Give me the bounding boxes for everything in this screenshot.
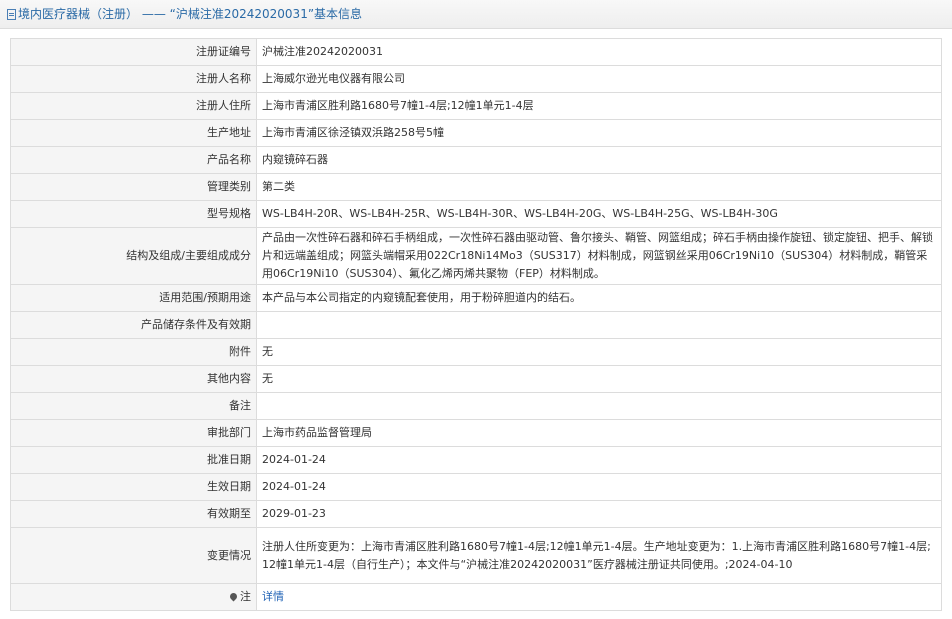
row-change-history: 变更情况 注册人住所变更为：上海市青浦区胜利路1680号7幢1-4层;12幢1单元… <box>10 527 942 584</box>
details-link[interactable]: 详情 <box>262 590 284 603</box>
row-value: 注册人住所变更为：上海市青浦区胜利路1680号7幢1-4层;12幢1单元1-4层… <box>256 527 942 584</box>
row-value: 无 <box>256 338 942 366</box>
row-label: 产品名称 <box>10 146 257 174</box>
row-label: 变更情况 <box>10 527 257 584</box>
row-label: 管理类别 <box>10 173 257 201</box>
row-label: 产品储存条件及有效期 <box>10 311 257 339</box>
row-storage-validity: 产品储存条件及有效期 <box>10 311 942 339</box>
row-value: 第二类 <box>256 173 942 201</box>
row-approval-date: 批准日期 2024-01-24 <box>10 446 942 474</box>
row-value: 2024-01-24 <box>256 473 942 501</box>
row-label: 注册人住所 <box>10 92 257 120</box>
row-accessories: 附件无 <box>10 338 942 366</box>
note-value-cell: 详情 <box>256 583 942 611</box>
row-effective-date: 生效日期 2024-01-24 <box>10 473 942 501</box>
row-production-address: 生产地址 上海市青浦区徐泾镇双浜路258号5幢 <box>10 119 942 147</box>
row-label: 附件 <box>10 338 257 366</box>
row-value: 产品由一次性碎石器和碎石手柄组成，一次性碎石器由驱动管、鲁尔接头、鞘管、网篮组成… <box>256 227 942 285</box>
row-remarks: 备注 <box>10 392 942 420</box>
row-management-category: 管理类别 第二类 <box>10 173 942 201</box>
page-header: 境内医疗器械（注册） —— “沪械注准20242020031”基本信息 <box>0 0 952 29</box>
registration-info-table: 注册证编号 沪械注准20242020031 注册人名称 上海威尔逊光电仪器有限公司 … <box>10 38 942 611</box>
row-model-spec: 型号规格 WS-LB4H-20R、WS-LB4H-25R、WS-LB4H-30R、… <box>10 200 942 228</box>
row-label: 注册人名称 <box>10 65 257 93</box>
row-label: 生产地址 <box>10 119 257 147</box>
row-intended-use: 适用范围/预期用途 本产品与本公司指定的内窥镜配套使用，用于粉碎胆道内的结石。 <box>10 284 942 312</box>
row-value: 2024-01-24 <box>256 446 942 474</box>
row-value <box>256 311 942 339</box>
pin-icon <box>228 591 239 602</box>
row-value <box>256 392 942 420</box>
row-value: 上海市青浦区胜利路1680号7幢1-4层;12幢1单元1-4层 <box>256 92 942 120</box>
row-approval-department: 审批部门 上海市药品监督管理局 <box>10 419 942 447</box>
row-structure-composition: 结构及组成/主要组成成分 产品由一次性碎石器和碎石手柄组成，一次性碎石器由驱动管、… <box>10 227 942 285</box>
page-title: 境内医疗器械（注册） —— “沪械注准20242020031”基本信息 <box>18 7 363 21</box>
row-value: 2029-01-23 <box>256 500 942 528</box>
row-label: 审批部门 <box>10 419 257 447</box>
row-value: 沪械注准20242020031 <box>256 38 942 66</box>
row-label: 注册证编号 <box>10 38 257 66</box>
row-product-name: 产品名称 内窥镜碎石器 <box>10 146 942 174</box>
row-label: 结构及组成/主要组成成分 <box>10 227 257 285</box>
row-value: 上海威尔逊光电仪器有限公司 <box>256 65 942 93</box>
row-registrant-address: 注册人住所 上海市青浦区胜利路1680号7幢1-4层;12幢1单元1-4层 <box>10 92 942 120</box>
row-label: 有效期至 <box>10 500 257 528</box>
row-value: 本产品与本公司指定的内窥镜配套使用，用于粉碎胆道内的结石。 <box>256 284 942 312</box>
row-value: 无 <box>256 365 942 393</box>
row-other-content: 其他内容无 <box>10 365 942 393</box>
row-value: 内窥镜碎石器 <box>256 146 942 174</box>
row-label: 备注 <box>10 392 257 420</box>
row-label: 批准日期 <box>10 446 257 474</box>
row-valid-until: 有效期至 2029-01-23 <box>10 500 942 528</box>
row-note: 注 详情 <box>10 583 942 611</box>
row-label: 适用范围/预期用途 <box>10 284 257 312</box>
row-registrant-name: 注册人名称 上海威尔逊光电仪器有限公司 <box>10 65 942 93</box>
document-icon <box>7 9 16 20</box>
note-label: 注 <box>240 590 251 603</box>
row-label: 其他内容 <box>10 365 257 393</box>
row-label: 生效日期 <box>10 473 257 501</box>
row-value: WS-LB4H-20R、WS-LB4H-25R、WS-LB4H-30R、WS-L… <box>256 200 942 228</box>
row-registration-number: 注册证编号 沪械注准20242020031 <box>10 38 942 66</box>
note-label-cell: 注 <box>10 583 257 611</box>
row-value: 上海市青浦区徐泾镇双浜路258号5幢 <box>256 119 942 147</box>
row-value: 上海市药品监督管理局 <box>256 419 942 447</box>
row-label: 型号规格 <box>10 200 257 228</box>
